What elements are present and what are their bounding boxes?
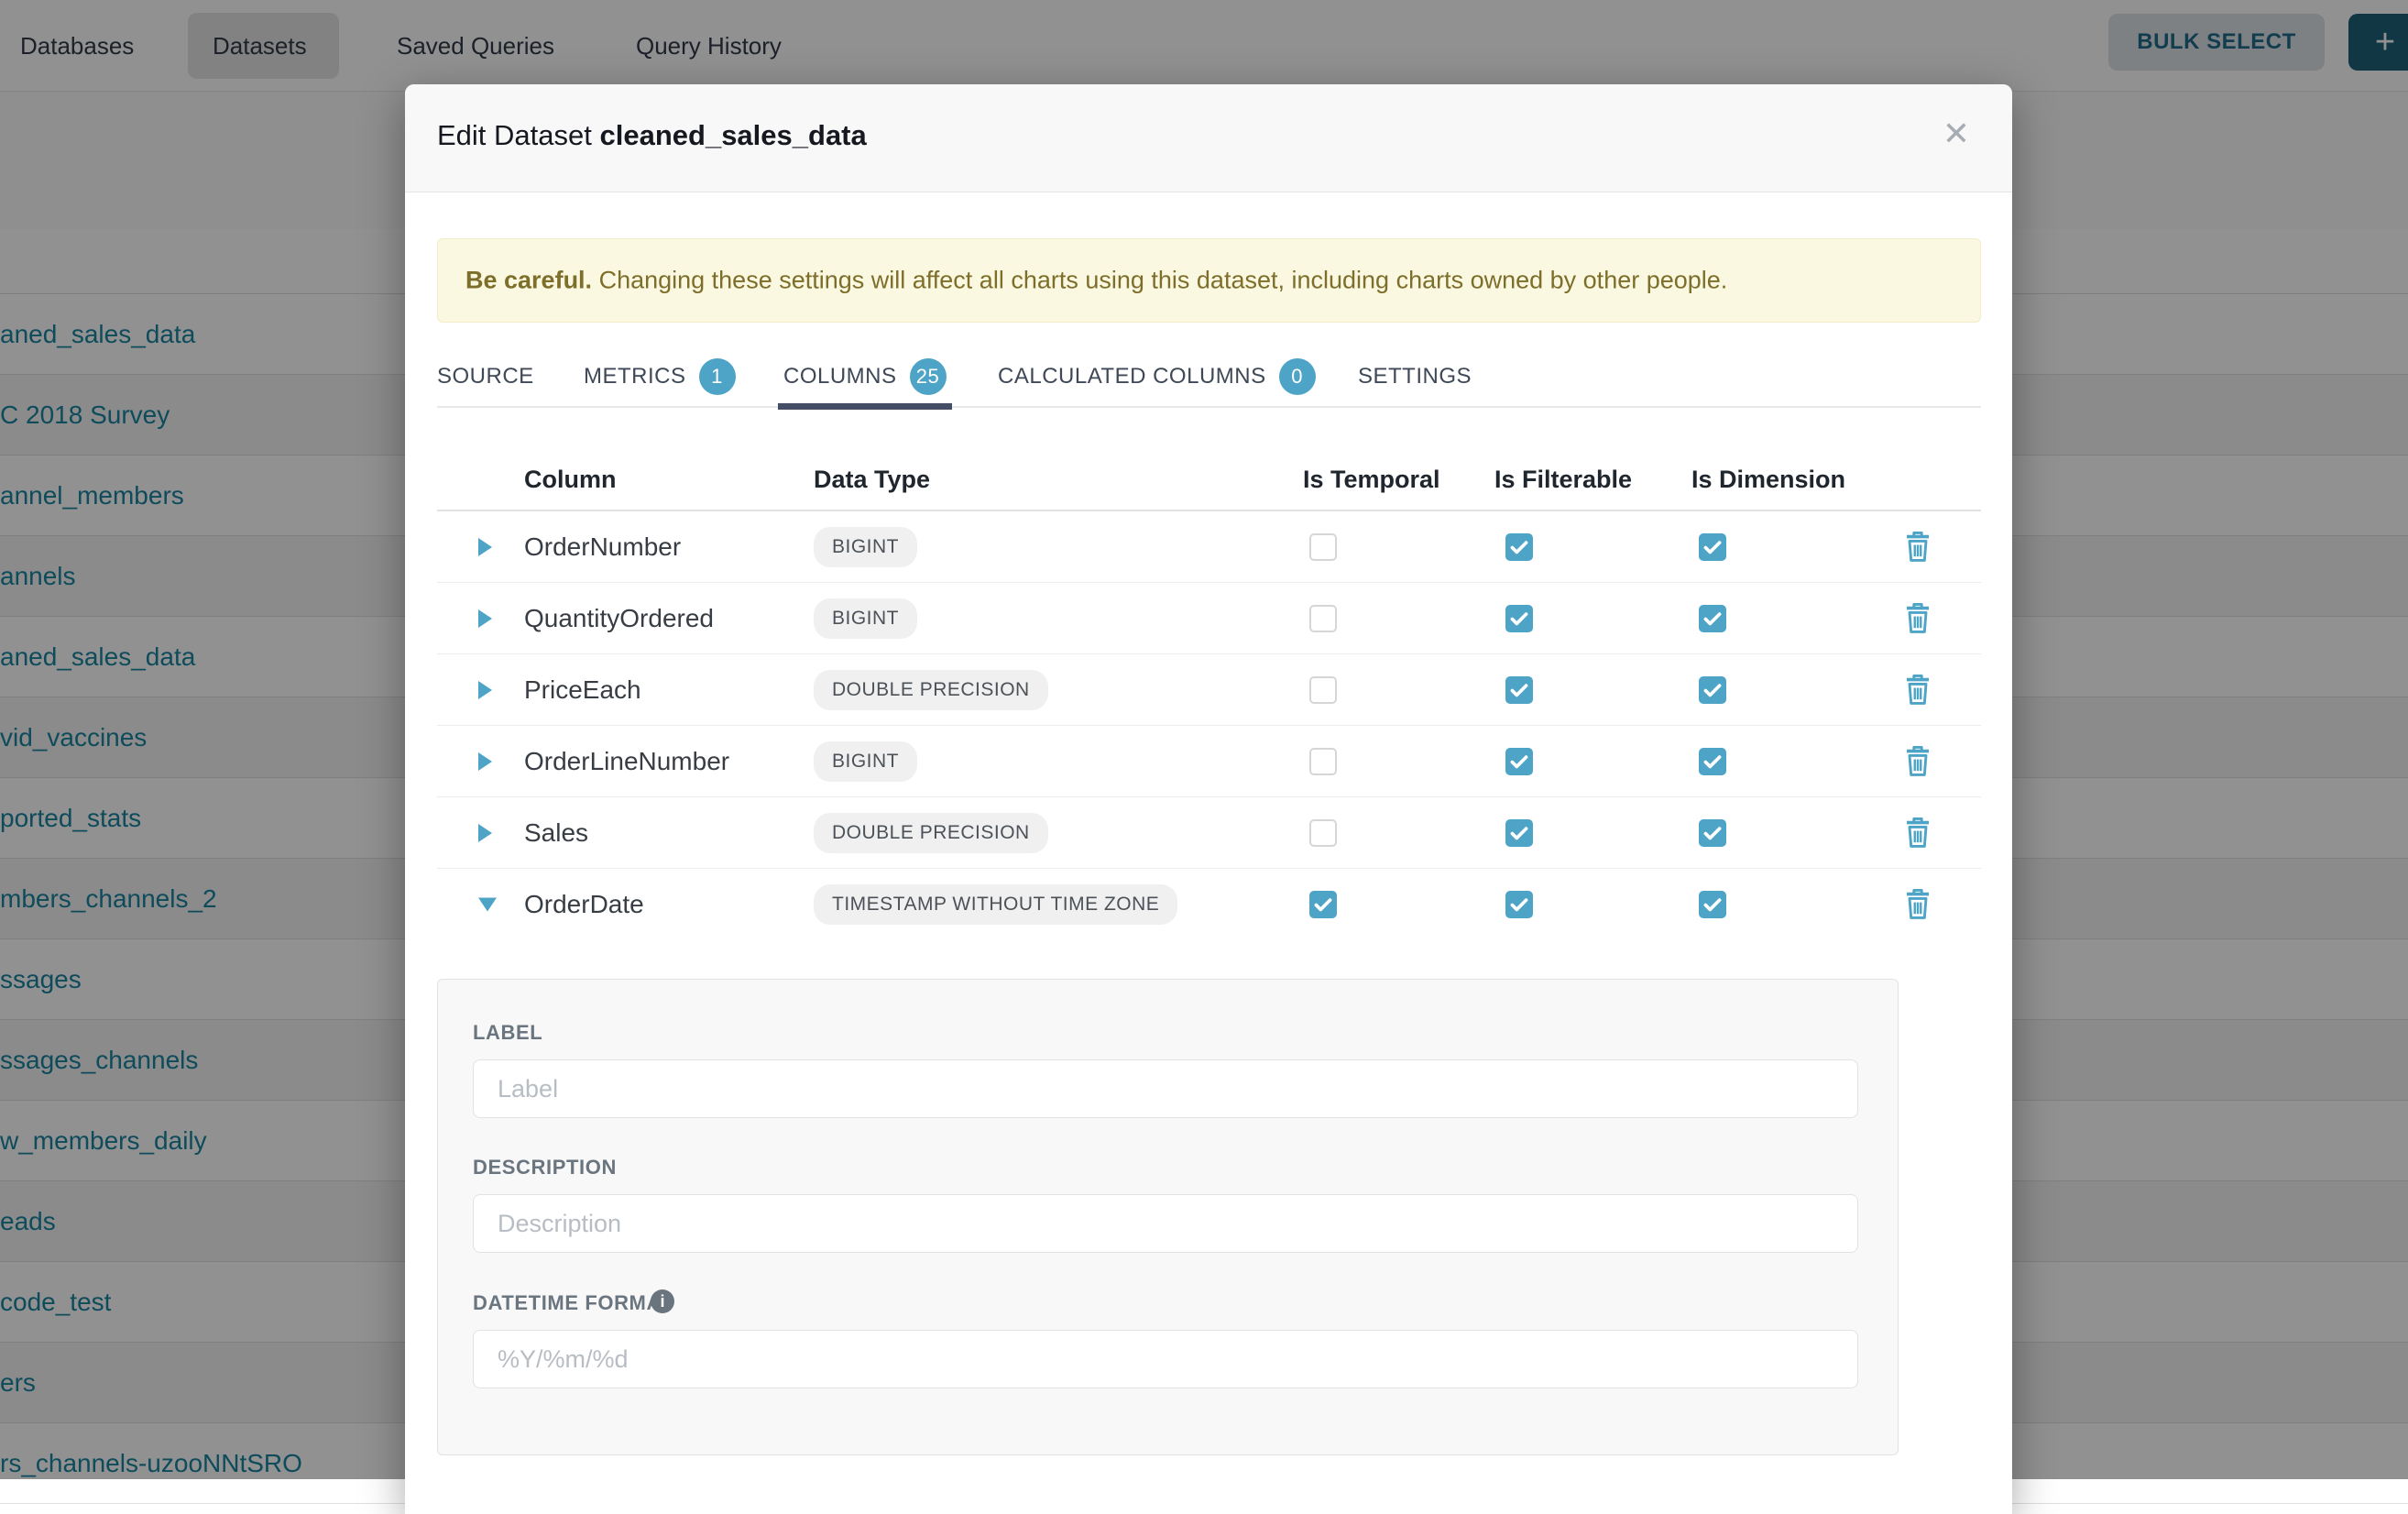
modal-tabs: SOURCE METRICS 1 COLUMNS 25 CALCULATED C…	[437, 346, 1981, 408]
column-row: QuantityOrdered BIGINT	[437, 583, 1981, 654]
tab-columns[interactable]: COLUMNS 25	[783, 346, 947, 408]
tab-count-badge: 25	[910, 358, 947, 395]
tab-source[interactable]: SOURCE	[437, 346, 534, 408]
columns-table: Column Data Type Is Temporal Is Filterab…	[437, 453, 1981, 940]
check-icon	[1701, 535, 1724, 559]
expand-caret-icon[interactable]	[478, 824, 492, 842]
label-input[interactable]	[473, 1059, 1858, 1118]
column-name: OrderDate	[524, 890, 644, 919]
column-editor-panel: LABEL DESCRIPTION DATETIME FORMAT i	[437, 979, 1899, 1455]
modal-title-prefix: Edit Dataset	[437, 119, 592, 151]
warning-banner: Be careful. Changing these settings will…	[437, 238, 1981, 323]
is-dimension-checkbox[interactable]	[1699, 748, 1726, 775]
modal-header: Edit Dataset cleaned_sales_data ✕	[405, 84, 2012, 192]
is-dimension-checkbox[interactable]	[1699, 819, 1726, 847]
trash-icon[interactable]	[1903, 888, 1932, 921]
column-name: PriceEach	[524, 675, 641, 705]
check-icon	[1507, 893, 1531, 916]
is-temporal-checkbox[interactable]	[1309, 819, 1337, 847]
is-temporal-checkbox[interactable]	[1309, 676, 1337, 704]
is-temporal-checkbox[interactable]	[1309, 533, 1337, 561]
data-type-pill: DOUBLE PRECISION	[814, 813, 1048, 853]
check-icon	[1701, 893, 1724, 916]
check-icon	[1507, 750, 1531, 773]
data-type-pill: BIGINT	[814, 527, 917, 567]
expand-caret-icon[interactable]	[478, 681, 492, 699]
is-filterable-checkbox[interactable]	[1505, 533, 1533, 561]
expand-caret-icon[interactable]	[478, 609, 492, 628]
edit-dataset-modal: Edit Dataset cleaned_sales_data ✕ Be car…	[405, 84, 2012, 1514]
tab-count-badge: 0	[1279, 358, 1316, 395]
tab-metrics[interactable]: METRICS 1	[584, 346, 736, 408]
column-name: OrderNumber	[524, 532, 681, 562]
check-icon	[1507, 821, 1531, 845]
modal-title: Edit Dataset cleaned_sales_data	[437, 119, 867, 152]
is-temporal-checkbox[interactable]	[1309, 748, 1337, 775]
data-type-pill: DOUBLE PRECISION	[814, 670, 1048, 710]
label-field-label: LABEL	[473, 1021, 542, 1045]
close-icon[interactable]: ✕	[1943, 117, 1970, 150]
check-icon	[1701, 607, 1724, 631]
info-icon[interactable]: i	[651, 1289, 674, 1313]
check-icon	[1507, 607, 1531, 631]
tab-calculated-columns[interactable]: CALCULATED COLUMNS 0	[998, 346, 1316, 408]
is-temporal-checkbox[interactable]	[1309, 605, 1337, 632]
column-row: PriceEach DOUBLE PRECISION	[437, 654, 1981, 726]
data-type-pill: BIGINT	[814, 598, 917, 639]
column-name: OrderLineNumber	[524, 747, 729, 776]
warning-text: Be careful. Changing these settings will…	[465, 267, 1727, 295]
trash-icon[interactable]	[1903, 602, 1932, 635]
is-filterable-checkbox[interactable]	[1505, 819, 1533, 847]
is-dimension-checkbox[interactable]	[1699, 605, 1726, 632]
check-icon	[1507, 678, 1531, 702]
datetime-format-field-label: DATETIME FORMAT	[473, 1291, 673, 1315]
expand-caret-icon[interactable]	[478, 752, 492, 771]
is-filterable-checkbox[interactable]	[1505, 605, 1533, 632]
data-type-pill: BIGINT	[814, 741, 917, 782]
trash-icon[interactable]	[1903, 817, 1932, 850]
check-icon	[1701, 678, 1724, 702]
modal-title-dataset-name: cleaned_sales_data	[600, 119, 867, 151]
check-icon	[1311, 893, 1335, 916]
column-row: OrderLineNumber BIGINT	[437, 726, 1981, 797]
header-is-filterable: Is Filterable	[1494, 466, 1632, 494]
expand-caret-icon[interactable]	[478, 538, 492, 556]
is-filterable-checkbox[interactable]	[1505, 891, 1533, 918]
datetime-format-input[interactable]	[473, 1330, 1858, 1388]
header-is-dimension: Is Dimension	[1691, 466, 1845, 494]
is-dimension-checkbox[interactable]	[1699, 676, 1726, 704]
is-filterable-checkbox[interactable]	[1505, 676, 1533, 704]
expand-caret-icon[interactable]	[478, 898, 497, 912]
trash-icon[interactable]	[1903, 745, 1932, 778]
column-name: Sales	[524, 818, 588, 848]
description-field-label: DESCRIPTION	[473, 1156, 617, 1179]
description-input[interactable]	[473, 1194, 1858, 1253]
check-icon	[1701, 821, 1724, 845]
tab-count-badge: 1	[699, 358, 736, 395]
column-row: OrderNumber BIGINT	[437, 511, 1981, 583]
is-filterable-checkbox[interactable]	[1505, 748, 1533, 775]
is-temporal-checkbox[interactable]	[1309, 891, 1337, 918]
header-is-temporal: Is Temporal	[1303, 466, 1440, 494]
header-column: Column	[524, 466, 617, 494]
trash-icon[interactable]	[1903, 531, 1932, 564]
is-dimension-checkbox[interactable]	[1699, 891, 1726, 918]
check-icon	[1507, 535, 1531, 559]
data-type-pill: TIMESTAMP WITHOUT TIME ZONE	[814, 884, 1177, 925]
column-name: QuantityOrdered	[524, 604, 714, 633]
column-row: Sales DOUBLE PRECISION	[437, 797, 1981, 869]
is-dimension-checkbox[interactable]	[1699, 533, 1726, 561]
columns-table-header: Column Data Type Is Temporal Is Filterab…	[437, 453, 1981, 511]
tab-settings[interactable]: SETTINGS	[1358, 346, 1472, 408]
header-data-type: Data Type	[814, 466, 930, 494]
column-row: OrderDate TIMESTAMP WITHOUT TIME ZONE	[437, 869, 1981, 940]
check-icon	[1701, 750, 1724, 773]
columns-table-body: OrderNumber BIGINT Qu	[437, 511, 1981, 940]
trash-icon[interactable]	[1903, 674, 1932, 707]
